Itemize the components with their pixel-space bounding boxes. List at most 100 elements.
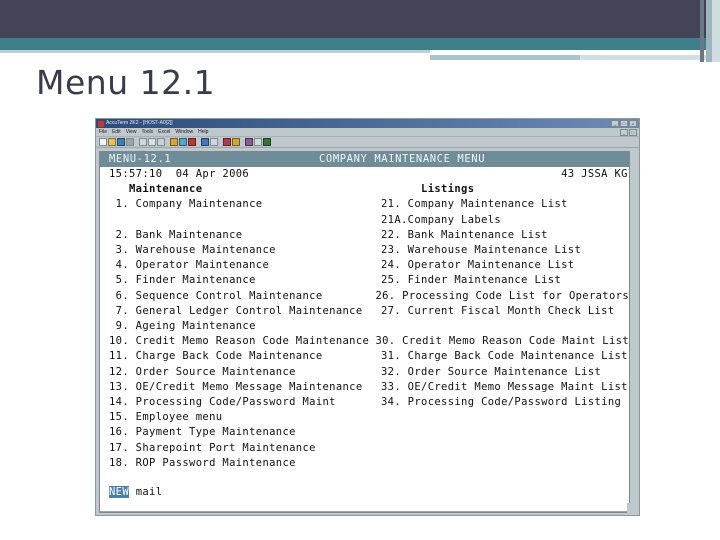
open-folder-icon[interactable] [108, 138, 116, 146]
function-key[interactable]: 4-INQ [313, 512, 345, 513]
document-minimize-button[interactable]: _ [620, 128, 628, 136]
window-control-buttons[interactable]: _ □ × [611, 120, 637, 127]
function-key[interactable]: 6-CASH [450, 512, 488, 513]
menu-item-window[interactable]: Window [175, 128, 193, 137]
maximize-button[interactable]: □ [620, 120, 628, 127]
copy-icon[interactable] [148, 138, 156, 146]
menu-row: 17. Sharepoint Port Maintenance [100, 441, 629, 456]
slide-header-decoration [0, 0, 720, 62]
accuterm-icon [98, 120, 104, 127]
menu-option-left[interactable]: 1. Company Maintenance [100, 197, 381, 212]
document-control-buttons[interactable]: _ □ [620, 128, 639, 136]
menu-option-left[interactable]: 6. Sequence Control Maintenance [100, 289, 375, 304]
print-preview-icon[interactable] [139, 138, 147, 146]
function-key[interactable]: 1-END [109, 512, 141, 513]
menu-row: 21A.Company Labels [100, 213, 629, 228]
settings-icon[interactable] [245, 138, 253, 146]
function-key-bar[interactable]: 1-END 4-INQ 5-CASHT 6-CASH 7-CODT 8-COD [100, 511, 629, 512]
menu-option-left[interactable]: 4. Operator Maintenance [100, 258, 381, 273]
terminal-emulator-window[interactable]: AccuTerm 2K2 - [HOST-A0[2]] _ □ × File E… [95, 118, 640, 516]
menu-row: 18. ROP Password Maintenance [100, 456, 629, 471]
record-icon[interactable] [201, 138, 209, 146]
menu-option-left[interactable]: 12. Order Source Maintenance [100, 365, 381, 380]
column-headings-row: Maintenance Listings [100, 182, 629, 197]
menu-item-excel[interactable]: Excel [158, 128, 170, 137]
status-datetime: 15:57:10 04 Apr 2006 [100, 167, 381, 182]
menu-option-right[interactable]: 27. Current Fiscal Month Check List [381, 304, 629, 319]
mail-notification[interactable]: NEW mail [100, 485, 381, 500]
status-line: 15:57:10 04 Apr 2006 43 JSSA KG [100, 167, 629, 182]
listings-heading: Listings [381, 182, 629, 197]
menu-option-right[interactable]: 22. Bank Maintenance List [381, 228, 629, 243]
menu-option-right[interactable]: 32. Order Source Maintenance List [381, 365, 629, 380]
menu-row: 3. Warehouse Maintenance 23. Warehouse Ma… [100, 243, 629, 258]
application-toolbar[interactable] [96, 137, 639, 148]
menu-option-left[interactable]: 3. Warehouse Maintenance [100, 243, 381, 258]
menu-option-left[interactable]: 17. Sharepoint Port Maintenance [100, 441, 381, 456]
help-pointer-icon[interactable] [254, 138, 262, 146]
function-key[interactable]: 8-COD [587, 512, 619, 513]
header-edge-stripe-1 [700, 0, 704, 62]
save-disk-icon[interactable] [117, 138, 125, 146]
menu-row: 14. Processing Code/Password Maint 34. Pr… [100, 395, 629, 410]
menu-option-left[interactable]: 13. OE/Credit Memo Message Maintenance [100, 380, 381, 395]
menu-option-right[interactable]: 25. Finder Maintenance List [381, 273, 629, 288]
terminal-screen[interactable]: MENU-12.1 COMPANY MAINTENANCE MENU 15:57… [99, 151, 630, 513]
menu-option-left[interactable]: 10. Credit Memo Reason Code Maintenance [100, 334, 375, 349]
menu-row: 1. Company Maintenance 21. Company Mainte… [100, 197, 629, 212]
menu-option-right [381, 456, 629, 471]
about-icon[interactable] [263, 138, 271, 146]
header-band-pale-mid [430, 55, 580, 60]
new-mail-badge[interactable]: NEW [109, 486, 130, 499]
menu-option-left[interactable]: 2. Bank Maintenance [100, 228, 381, 243]
menu-option-right[interactable]: 26. Processing Code List for Operators [375, 289, 629, 304]
menu-row: 4. Operator Maintenance 24. Operator Main… [100, 258, 629, 273]
menu-option-right[interactable]: 24. Operator Maintenance List [381, 258, 629, 273]
menu-option-left[interactable]: 7. General Ledger Control Maintenance [100, 304, 381, 319]
header-band-pale-right [580, 55, 710, 60]
menu-option-right[interactable]: 33. OE/Credit Memo Message Maint List [381, 380, 629, 395]
menu-option-right[interactable]: 21A.Company Labels [381, 213, 629, 228]
menu-option-right[interactable]: 34. Processing Code/Password Listing [381, 395, 629, 410]
chart-icon[interactable] [232, 138, 240, 146]
menu-row: 13. OE/Credit Memo Message Maintenance 33… [100, 380, 629, 395]
menu-row: 12. Order Source Maintenance 32. Order So… [100, 365, 629, 380]
ftp-upload-icon[interactable] [170, 138, 178, 146]
menu-option-left[interactable]: 14. Processing Code/Password Maint [100, 395, 381, 410]
menu-option-right[interactable]: 21. Company Maintenance List [381, 197, 629, 212]
header-band-dark [0, 0, 710, 38]
function-key[interactable]: 5-CASHT [379, 512, 423, 513]
menu-option-left[interactable]: 16. Payment Type Maintenance [100, 425, 381, 440]
paste-icon[interactable] [157, 138, 165, 146]
menu-option-right[interactable]: 31. Charge Back Code Maintenance List [381, 349, 629, 364]
capture-icon[interactable] [188, 138, 196, 146]
menu-row: 2. Bank Maintenance 22. Bank Maintenance … [100, 228, 629, 243]
ftp-download-icon[interactable] [179, 138, 187, 146]
menu-option-left[interactable]: 5. Finder Maintenance [100, 273, 381, 288]
menu-option-left [100, 213, 381, 228]
menu-item-help[interactable]: Help [198, 128, 208, 137]
toolbar-separator-2 [166, 138, 169, 146]
menu-option-left[interactable]: 9. Ageing Maintenance [100, 319, 381, 334]
new-file-icon[interactable] [99, 138, 107, 146]
mail-notification-row[interactable]: NEW mail [100, 485, 629, 500]
minimize-button[interactable]: _ [611, 120, 619, 127]
header-edge-stripe-3 [712, 0, 720, 62]
excel-icon[interactable] [223, 138, 231, 146]
menu-option-left[interactable]: 15. Employee menu [100, 410, 381, 425]
menu-item-file[interactable]: File [99, 128, 107, 137]
menu-item-edit[interactable]: Edit [112, 128, 121, 137]
close-button[interactable]: × [629, 120, 637, 127]
application-menu-bar[interactable]: File Edit View Tools Excel Window Help _… [96, 128, 639, 137]
send-mail-icon[interactable] [210, 138, 218, 146]
menu-item-tools[interactable]: Tools [141, 128, 153, 137]
menu-option-right[interactable]: 23. Warehouse Maintenance List [381, 243, 629, 258]
menu-item-view[interactable]: View [126, 128, 137, 137]
function-key[interactable]: 7-CODT [521, 512, 559, 513]
menu-option-left[interactable]: 18. ROP Password Maintenance [100, 456, 381, 471]
print-icon[interactable] [126, 138, 134, 146]
menu-option-right[interactable]: 30. Credit Memo Reason Code Maint List [375, 334, 629, 349]
document-restore-button[interactable]: □ [629, 128, 637, 136]
menu-option-left[interactable]: 11. Charge Back Code Maintenance [100, 349, 381, 364]
header-band-teal [0, 38, 710, 50]
